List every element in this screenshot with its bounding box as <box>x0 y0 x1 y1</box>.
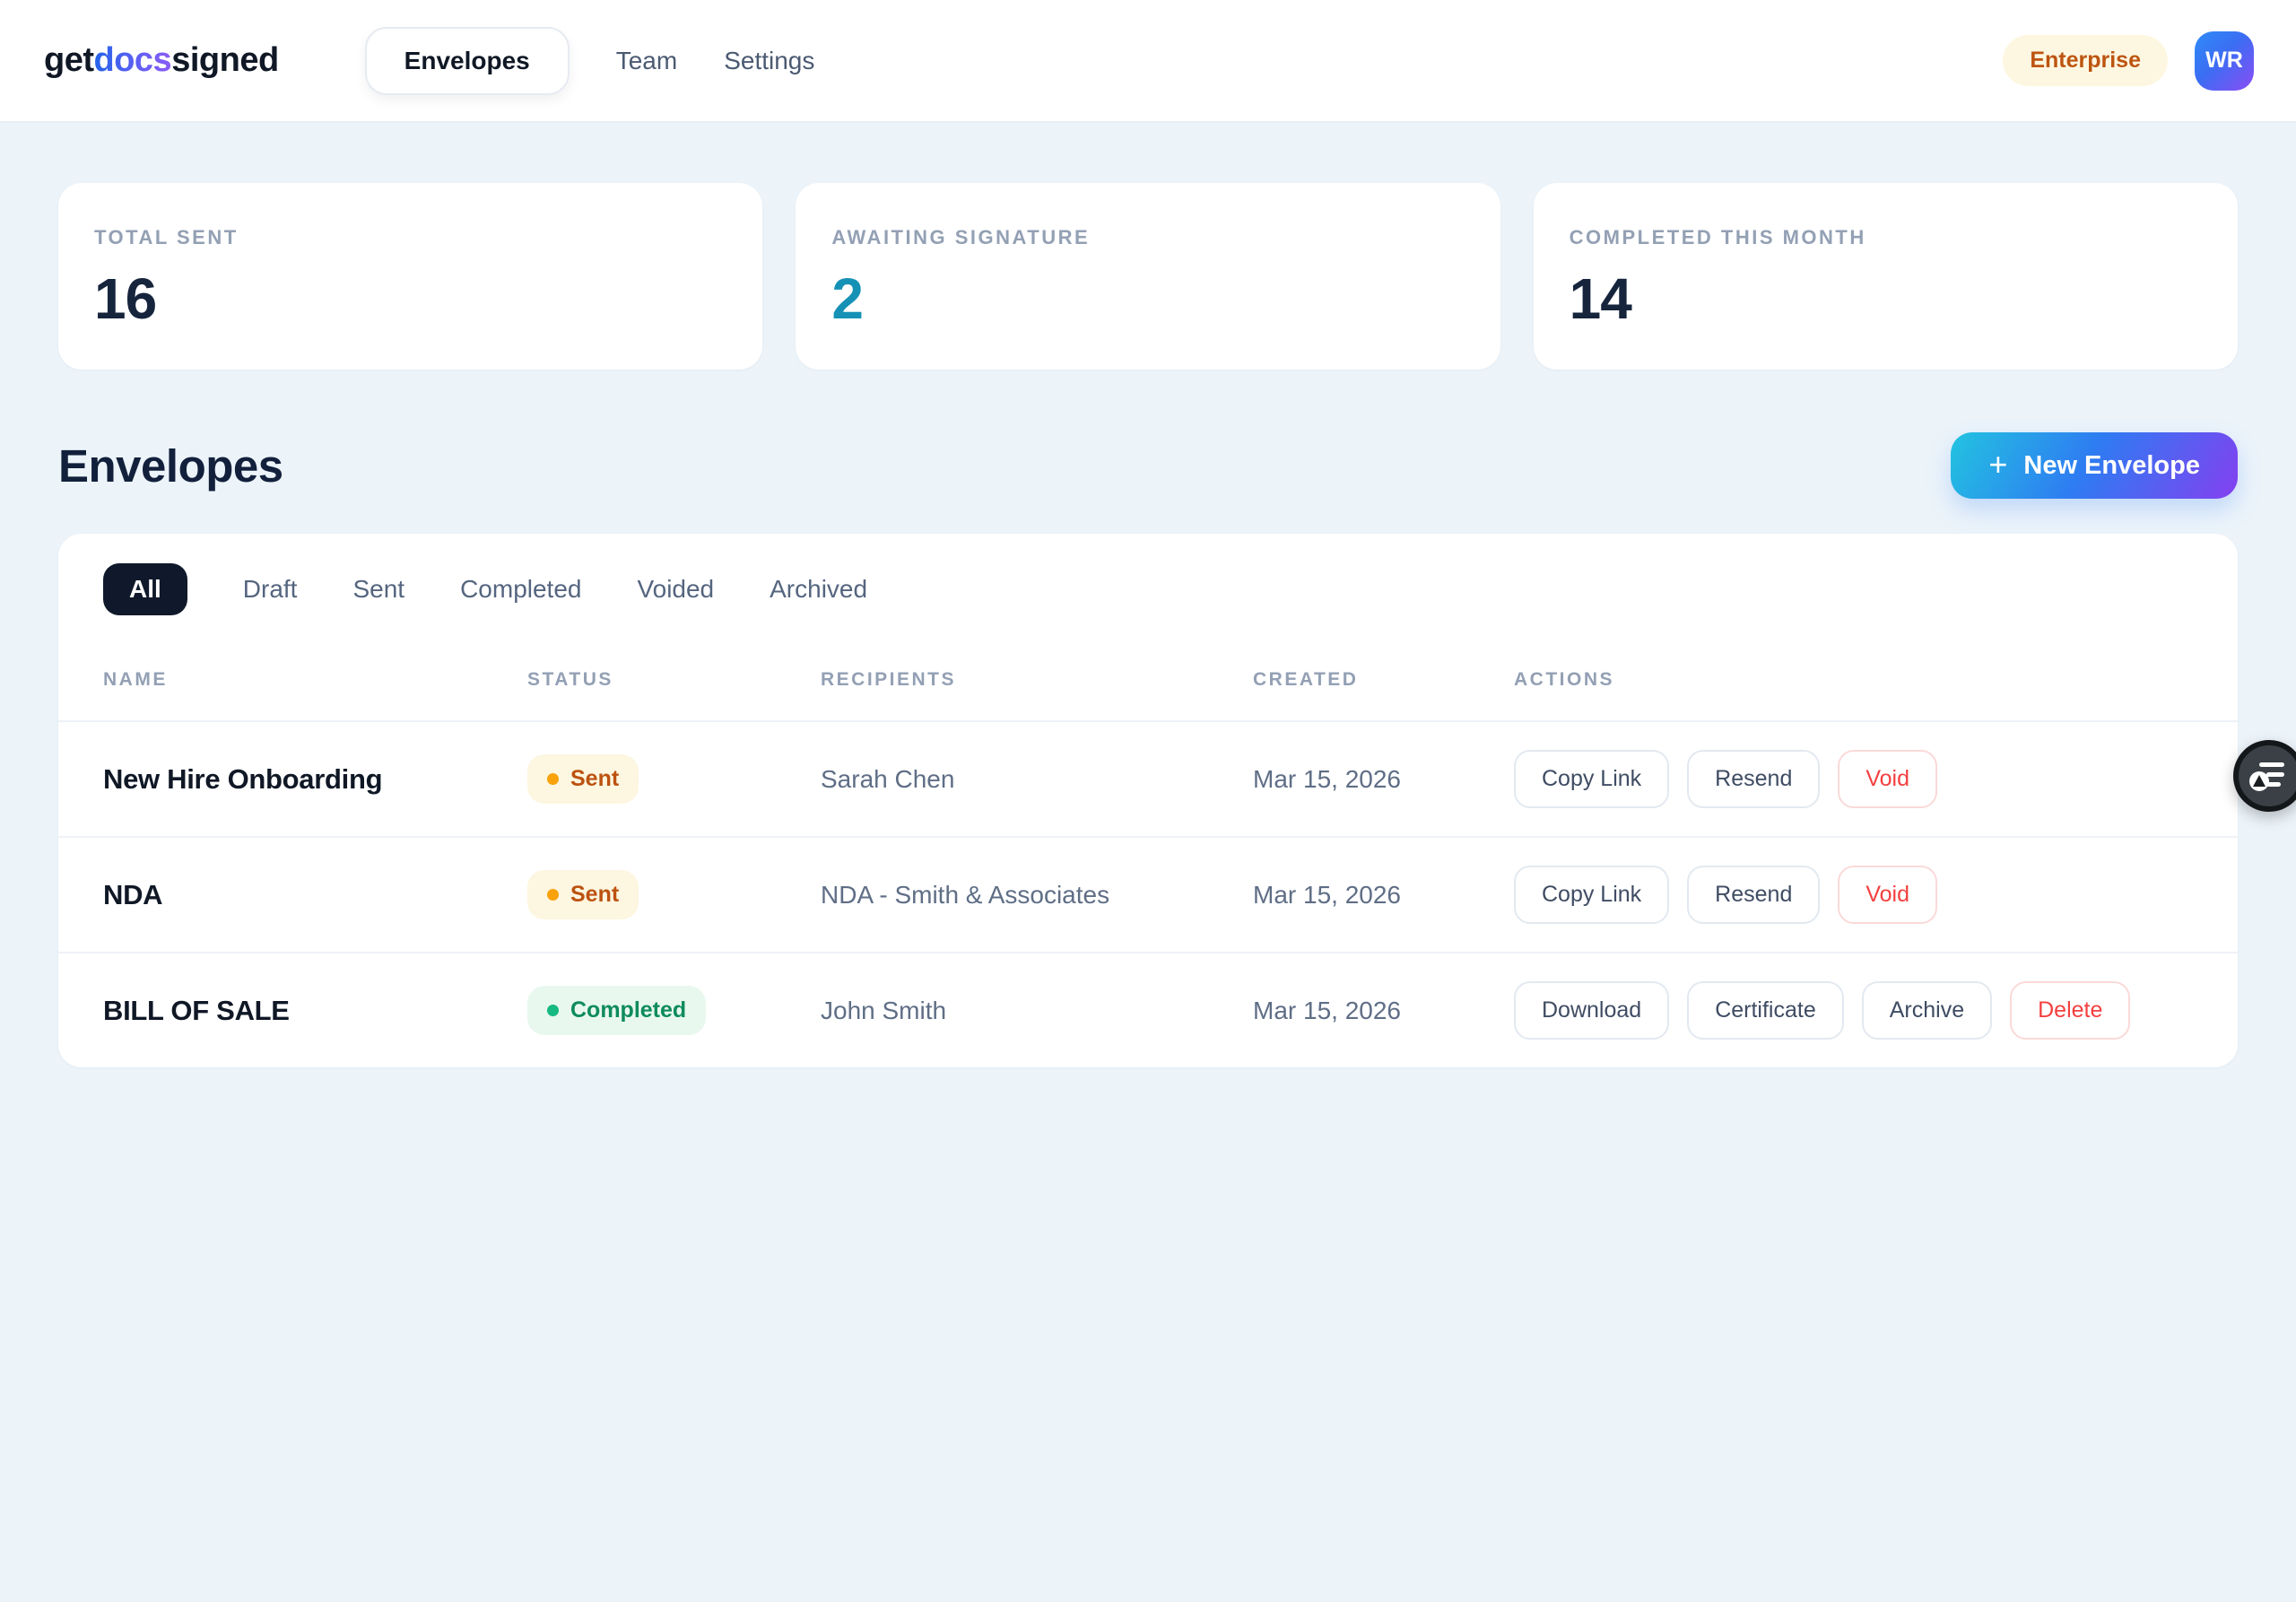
stat-label: COMPLETED THIS MONTH <box>1570 226 2202 249</box>
void-button[interactable]: Void <box>1838 750 1937 808</box>
stats-row: TOTAL SENT 16 AWAITING SIGNATURE 2 COMPL… <box>58 183 2238 370</box>
avatar[interactable]: WR <box>2195 31 2254 91</box>
nav-item-team[interactable]: Team <box>616 47 677 75</box>
copy-link-button[interactable]: Copy Link <box>1514 750 1669 808</box>
status-dot-icon <box>547 773 559 785</box>
brand-part-signed: signed <box>171 41 278 79</box>
filter-tabs: All Draft Sent Completed Voided Archived <box>58 534 2238 615</box>
actions-cell: Download Certificate Archive Delete <box>1514 981 2193 1040</box>
status-label: Sent <box>570 882 619 908</box>
envelope-name: BILL OF SALE <box>103 995 527 1027</box>
filter-tab-draft[interactable]: Draft <box>243 563 298 615</box>
actions-cell: Copy Link Resend Void <box>1514 750 2193 808</box>
resend-button[interactable]: Resend <box>1687 750 1820 808</box>
void-button[interactable]: Void <box>1838 866 1937 924</box>
table-row: BILL OF SALE Completed John Smith Mar 15… <box>58 952 2238 1067</box>
envelopes-section-head: Envelopes + New Envelope <box>58 432 2238 499</box>
status-badge: Sent <box>527 754 639 804</box>
column-header-recipients: RECIPIENTS <box>821 669 1253 691</box>
status-cell: Sent <box>527 870 821 919</box>
recipients-cell: Sarah Chen <box>821 765 1253 794</box>
created-cell: Mar 15, 2026 <box>1253 997 1514 1025</box>
status-dot-icon <box>547 1005 559 1016</box>
filter-tab-sent[interactable]: Sent <box>352 563 404 615</box>
stat-value: 2 <box>831 266 1464 332</box>
recipients-cell: John Smith <box>821 997 1253 1025</box>
stat-card-total-sent: TOTAL SENT 16 <box>58 183 762 370</box>
status-label: Sent <box>570 766 619 792</box>
nav-item-settings[interactable]: Settings <box>724 47 814 75</box>
certificate-button[interactable]: Certificate <box>1687 981 1844 1040</box>
actions-cell: Copy Link Resend Void <box>1514 866 2193 924</box>
stat-label: TOTAL SENT <box>94 226 726 249</box>
table-row: New Hire Onboarding Sent Sarah Chen Mar … <box>58 720 2238 836</box>
status-badge: Completed <box>527 986 706 1035</box>
stat-value: 16 <box>94 266 726 332</box>
envelopes-table-card: All Draft Sent Completed Voided Archived… <box>58 534 2238 1067</box>
status-cell: Completed <box>527 986 821 1035</box>
stat-label: AWAITING SIGNATURE <box>831 226 1464 249</box>
column-header-actions: ACTIONS <box>1514 669 2193 691</box>
new-envelope-button[interactable]: + New Envelope <box>1951 432 2238 499</box>
column-header-created: CREATED <box>1253 669 1514 691</box>
created-cell: Mar 15, 2026 <box>1253 881 1514 910</box>
filter-tab-archived[interactable]: Archived <box>770 563 867 615</box>
stat-card-awaiting-signature: AWAITING SIGNATURE 2 <box>796 183 1500 370</box>
copy-link-button[interactable]: Copy Link <box>1514 866 1669 924</box>
stat-value: 14 <box>1570 266 2202 332</box>
stat-card-completed-this-month: COMPLETED THIS MONTH 14 <box>1534 183 2238 370</box>
envelope-name: New Hire Onboarding <box>103 763 527 796</box>
column-header-status: STATUS <box>527 669 821 691</box>
filter-tab-completed[interactable]: Completed <box>460 563 581 615</box>
table-header-row: NAME STATUS RECIPIENTS CREATED ACTIONS <box>58 615 2238 720</box>
archive-button[interactable]: Archive <box>1862 981 1992 1040</box>
topbar-right: Enterprise WR <box>2003 31 2254 91</box>
column-header-name: NAME <box>103 669 527 691</box>
envelope-name: NDA <box>103 879 527 911</box>
brand-logo: getdocssigned <box>44 41 279 80</box>
plus-icon: + <box>1988 448 2007 481</box>
status-dot-icon <box>547 889 559 901</box>
plan-badge: Enterprise <box>2003 35 2168 86</box>
status-label: Completed <box>570 997 686 1023</box>
filter-tab-all[interactable]: All <box>103 563 187 615</box>
new-envelope-label: New Envelope <box>2023 451 2200 481</box>
status-badge: Sent <box>527 870 639 919</box>
brand-part-get: get <box>44 41 94 79</box>
table-row: NDA Sent NDA - Smith & Associates Mar 15… <box>58 836 2238 952</box>
recipients-cell: NDA - Smith & Associates <box>821 881 1253 910</box>
delete-button[interactable]: Delete <box>2010 981 2130 1040</box>
page-title: Envelopes <box>58 440 283 492</box>
main-content: TOTAL SENT 16 AWAITING SIGNATURE 2 COMPL… <box>0 183 2296 1067</box>
floating-widget-button[interactable] <box>2233 740 2296 812</box>
resend-button[interactable]: Resend <box>1687 866 1820 924</box>
nav-item-envelopes[interactable]: Envelopes <box>365 27 570 95</box>
created-cell: Mar 15, 2026 <box>1253 765 1514 794</box>
topbar: getdocssigned Envelopes Team Settings En… <box>0 0 2296 123</box>
primary-nav: Envelopes Team Settings <box>365 27 815 95</box>
status-cell: Sent <box>527 754 821 804</box>
filter-tab-voided[interactable]: Voided <box>637 563 714 615</box>
brand-part-docs: docs <box>94 41 172 79</box>
download-button[interactable]: Download <box>1514 981 1669 1040</box>
list-pointer-icon <box>2248 755 2290 797</box>
